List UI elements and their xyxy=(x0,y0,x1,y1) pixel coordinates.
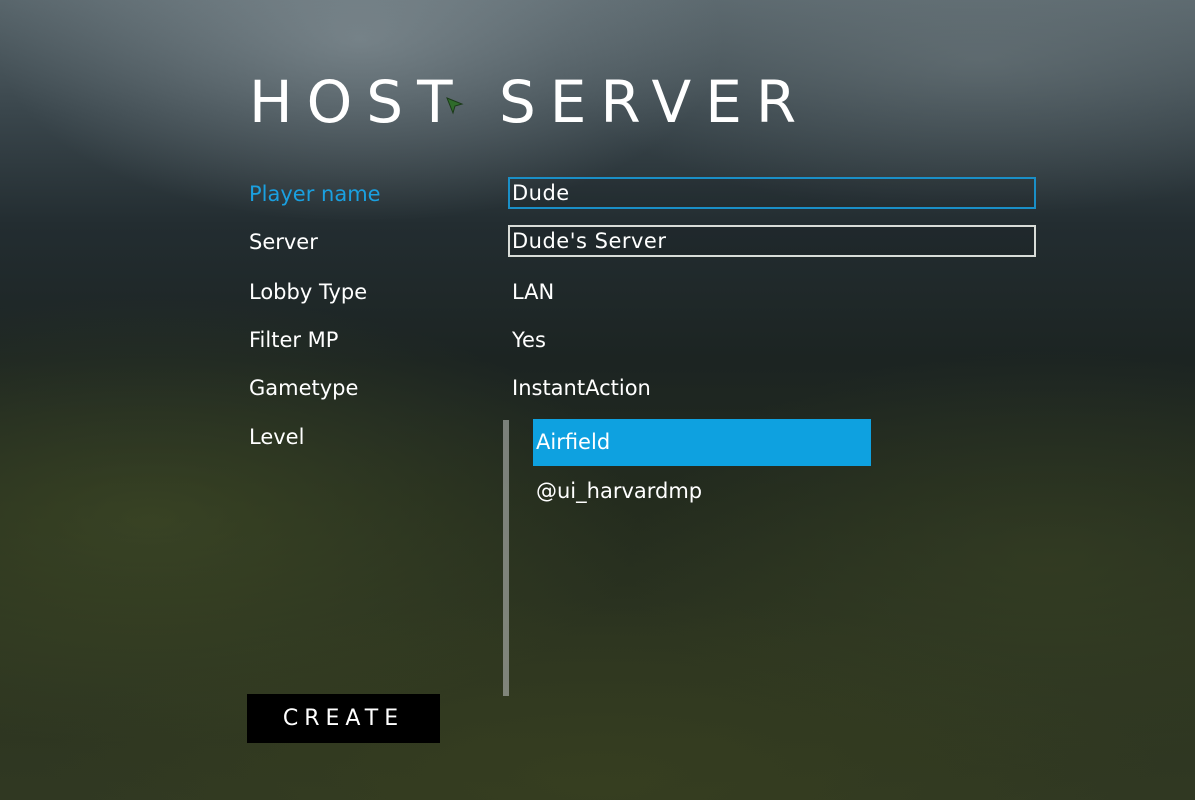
lobby-type-value[interactable]: LAN xyxy=(512,277,554,307)
mouse-pointer-icon xyxy=(446,97,464,115)
level-label: Level xyxy=(249,425,305,449)
level-item-airfield[interactable]: Airfield xyxy=(533,419,871,466)
server-label: Server xyxy=(249,230,318,254)
server-name-input[interactable] xyxy=(508,225,1036,257)
filter-mp-label: Filter MP xyxy=(249,328,339,352)
filter-mp-value[interactable]: Yes xyxy=(512,325,546,355)
player-name-input[interactable] xyxy=(508,177,1036,209)
gametype-label: Gametype xyxy=(249,376,359,400)
lobby-type-label: Lobby Type xyxy=(249,280,368,304)
player-name-label: Player name xyxy=(249,182,381,206)
gametype-value[interactable]: InstantAction xyxy=(512,373,651,403)
level-item-ui-harvardmp[interactable]: @ui_harvardmp xyxy=(533,468,871,515)
page-title: HOST SERVER xyxy=(249,68,811,136)
level-list-scrollbar[interactable] xyxy=(503,420,509,696)
create-button[interactable]: CREATE xyxy=(247,694,440,743)
